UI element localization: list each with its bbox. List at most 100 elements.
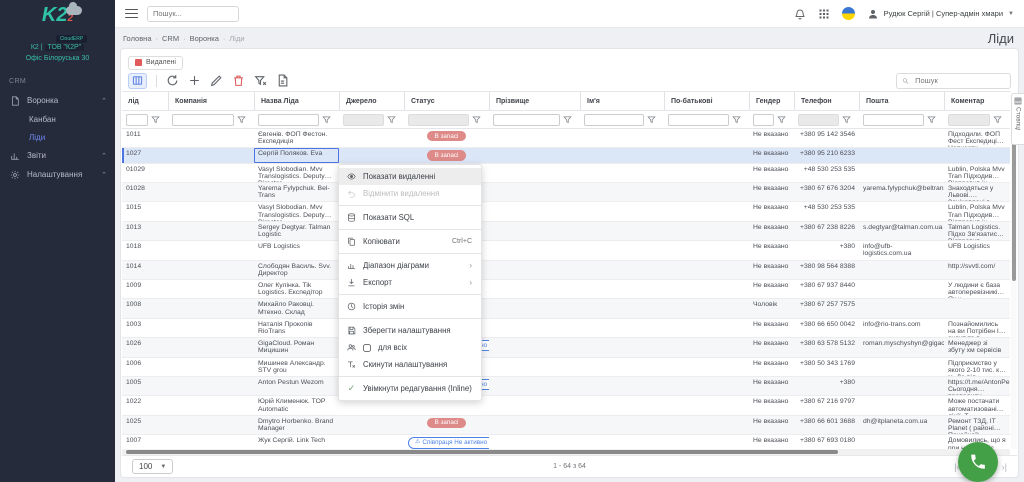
table-row[interactable]: 1006Мишинев Александр. STV grouНе вказан… — [122, 358, 1010, 377]
menu-item[interactable]: ✓Увімкнути редагування (Inline) — [339, 380, 481, 397]
column-header-comment[interactable]: Коментар — [944, 92, 1010, 110]
filter-input-gender[interactable] — [753, 114, 774, 126]
filter-funnel-icon[interactable] — [237, 115, 246, 124]
deleted-filter-chip[interactable]: Видалені — [128, 56, 183, 70]
filter-funnel-icon[interactable] — [647, 115, 656, 124]
call-fab-button[interactable] — [958, 442, 998, 482]
table-row[interactable]: 01028Yarema Fylypchuk. Bel-TransНе вказа… — [122, 183, 1010, 202]
sidebar-item-funnel[interactable]: Воронка ⌃ — [0, 91, 115, 110]
menu-item[interactable]: Показати видаленні — [339, 168, 481, 185]
page-size-select[interactable]: 100 ▼ — [132, 459, 173, 474]
column-header-company[interactable]: Компанія — [168, 92, 254, 110]
column-header-source[interactable]: Джерело — [339, 92, 404, 110]
grid-search-input[interactable] — [913, 75, 1005, 86]
menu-item[interactable]: Історія змін — [339, 298, 481, 315]
column-header-middle_name[interactable]: По-батькові — [664, 92, 749, 110]
menu-item: Відмінити видалення — [339, 185, 481, 202]
filter-funnel-icon[interactable] — [387, 115, 396, 124]
menu-item-label: Експорт — [363, 278, 462, 287]
language-flag-icon[interactable] — [842, 7, 855, 20]
table-row[interactable]: 1011Євгенів. ФОП Фестон. ЕкспедиціяВ зап… — [122, 129, 1010, 148]
menu-toggle-icon[interactable] — [125, 6, 138, 20]
last-page-icon[interactable]: ›| — [1002, 462, 1007, 472]
table-row[interactable]: 1007Жук Сергій. Link Tech⚠Співпраця Не а… — [122, 435, 1010, 449]
table-row[interactable]: 1015Vasyl Slobodian. Mvv Translogistics.… — [122, 202, 1010, 221]
column-header-phone[interactable]: Телефон — [794, 92, 859, 110]
filter-input-first_name[interactable] — [584, 114, 644, 126]
filter-funnel-icon[interactable] — [777, 115, 786, 124]
filter-input-middle_name[interactable] — [668, 114, 729, 126]
menu-item-label: для всіх — [378, 343, 472, 352]
filter-clear-icon[interactable] — [254, 74, 267, 87]
edit-icon[interactable] — [210, 74, 223, 87]
refresh-icon[interactable] — [166, 74, 179, 87]
delete-icon[interactable] — [232, 74, 245, 87]
cell-middle_name — [664, 299, 749, 317]
columns-panel-tab[interactable]: Стовпці — [1011, 93, 1024, 145]
table-row[interactable]: 1005Anton Pestun Wezom⚠Співпраця Не акти… — [122, 377, 1010, 396]
filter-input-id[interactable] — [126, 114, 148, 126]
export-file-icon[interactable] — [276, 74, 289, 87]
global-search-input[interactable] — [147, 6, 239, 22]
column-header-gender[interactable]: Гендер — [749, 92, 794, 110]
table-row[interactable]: 1009Олег Кулінка. Tik Logistics. Експеді… — [122, 280, 1010, 299]
menu-item[interactable]: КопіюватиCtrl+C — [339, 233, 481, 250]
breadcrumb-item[interactable]: Воронка — [183, 34, 219, 43]
filter-funnel-icon[interactable] — [927, 115, 936, 124]
filter-funnel-icon[interactable] — [563, 115, 572, 124]
vertical-scrollbar-thumb[interactable] — [1012, 131, 1016, 281]
sidebar-item-reports[interactable]: Звіти ⌃ — [0, 146, 115, 165]
bell-icon[interactable] — [794, 8, 806, 20]
column-header-name[interactable]: Назва Ліда — [254, 92, 339, 110]
cell-comment: Знаходяться у Львові. Зацікавлені в відс… — [944, 183, 1010, 201]
horizontal-scrollbar-thumb[interactable] — [126, 450, 838, 454]
filter-funnel-icon[interactable] — [993, 115, 1002, 124]
for-all-checkbox[interactable] — [363, 344, 371, 352]
column-header-last_name[interactable]: Прізвище — [489, 92, 580, 110]
filter-funnel-icon[interactable] — [732, 115, 741, 124]
add-icon[interactable] — [188, 74, 201, 87]
filter-funnel-icon[interactable] — [842, 115, 851, 124]
sidebar-item-settings[interactable]: Налаштування ⌃ — [0, 165, 115, 184]
columns-view-button[interactable] — [128, 73, 147, 89]
breadcrumb-item[interactable]: Головна — [123, 34, 152, 43]
table-row[interactable]: 1018UFB LogisticsНе вказано+380info@ufb-… — [122, 241, 1010, 260]
menu-item[interactable]: Експорт› — [339, 274, 481, 291]
table-row[interactable]: 1026GigaCloud. Роман Мицишин⚠Співпраця Н… — [122, 338, 1010, 357]
column-header-email[interactable]: Пошта — [859, 92, 944, 110]
cell-id: 1022 — [122, 396, 168, 414]
menu-item[interactable]: Показати SQL — [339, 209, 481, 226]
filter-funnel-icon[interactable] — [151, 115, 160, 124]
menu-item[interactable]: Зберегти налаштування — [339, 322, 481, 339]
column-header-status[interactable]: Статус — [404, 92, 489, 110]
filter-input-company[interactable] — [172, 114, 234, 126]
filter-input-email[interactable] — [863, 114, 924, 126]
table-row[interactable]: 1003Наталія Прокопів RioTransНе вказано+… — [122, 319, 1010, 338]
cell-gender: Не вказано — [749, 358, 794, 376]
breadcrumb-item[interactable]: CRM — [156, 34, 180, 43]
table-row[interactable]: 1013Sergey Degtyar. Talman LogisticНе вк… — [122, 222, 1010, 241]
filter-funnel-icon[interactable] — [322, 115, 331, 124]
cell-company — [168, 435, 254, 449]
table-row[interactable]: 1014Слободян Василь. Svv. ДиректорНе вка… — [122, 261, 1010, 280]
sidebar-item-leads[interactable]: Ліди — [0, 128, 115, 146]
table-row[interactable]: 1025Dmytro Horbenko. Brand ManagerВ запа… — [122, 416, 1010, 435]
table-row[interactable]: 1027Сергій Поляков. EvaВ запасіНе вказан… — [122, 148, 1010, 163]
menu-item[interactable]: для всіх — [339, 339, 481, 356]
column-header-first_name[interactable]: Ім'я — [580, 92, 664, 110]
table-row[interactable]: 01029Vasyl Slobodian. Mvv Translogistics… — [122, 164, 1010, 183]
menu-item[interactable]: Діапазон діаграми› — [339, 257, 481, 274]
table-row[interactable]: 1022Юрій Клименюк. TOP AutomaticНе вказа… — [122, 396, 1010, 415]
user-menu[interactable]: Рудюк Сергій | Супер-адмін хмари ▼ — [867, 8, 1014, 20]
table-row[interactable]: 1008Михайло Раковці. Мтехно. СкладЧолові… — [122, 299, 1010, 318]
vertical-scrollbar[interactable] — [1011, 129, 1017, 449]
sidebar-item-kanban[interactable]: Канбан — [0, 110, 115, 128]
filter-funnel-icon[interactable] — [472, 115, 481, 124]
filter-input-name[interactable] — [258, 114, 319, 126]
cell-gender: Не вказано — [749, 148, 794, 162]
cell-middle_name — [664, 202, 749, 220]
menu-item[interactable]: Скинути налаштування — [339, 356, 481, 373]
apps-grid-icon[interactable] — [818, 8, 830, 20]
column-header-id[interactable]: лід — [122, 92, 168, 110]
filter-input-last_name[interactable] — [493, 114, 560, 126]
